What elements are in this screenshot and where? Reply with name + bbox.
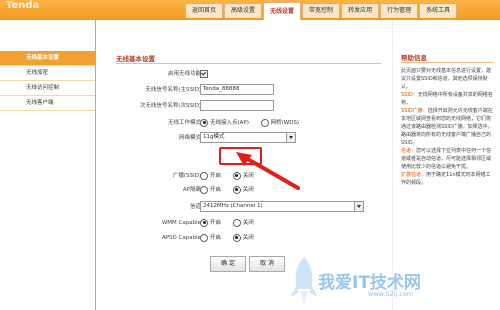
help-title: 帮助信息 [401,54,427,62]
apsd-on-label: 开启 [210,235,222,241]
cancel-button[interactable]: 取 消 [249,256,285,272]
row-net-mode: 网络模式 11g模式 [96,132,386,144]
chevron-down-icon [354,202,363,211]
wmm-label: WMM Capable [161,220,201,226]
net-mode-label: 网络模式 [178,135,201,141]
row-mode: 无线工作模式 无线接入点(AP) 网桥(WDS) [96,117,386,129]
section-title: 无线基本设置 [116,55,155,63]
section-divider [116,63,381,64]
row-apsd: APSD Capable 开启 关闭 [96,232,386,244]
chevron-down-icon [286,133,295,142]
mode-ap-label: 无线接入点(AP) [210,120,249,126]
row-wmm: WMM Capable 开启 关闭 [96,217,386,229]
sidebar-item-encryption[interactable]: 无线加密 [0,66,95,81]
nav-tab-behavior[interactable]: 行为管理 [380,3,419,18]
nav-tab-home[interactable]: 返回首页 [185,3,224,18]
help-ext-channel-key: 扩展信道： [401,172,427,178]
help-panel: 帮助信息 此页面只要对无线基本信息进行设置，建议只设置SSID和信道，其他选项保… [392,20,500,310]
ok-button[interactable]: 确 定 [210,256,246,272]
mode-label: 无线工作模式 [167,120,201,126]
help-divider [401,62,493,63]
broadcast-on-label: 开启 [210,173,222,179]
ap-isolation-on-label: 开启 [210,187,222,193]
row-ssid: 无线信号名称(主SSID) Tenda_88888 [96,84,386,96]
nav-tab-system[interactable]: 系统工具 [419,3,458,18]
ap-isolation-label: AP隔离 [182,187,201,193]
help-intro: 此页面只要对无线基本信息进行设置，建议只设置SSID和信道，其他选项保持默认。 [401,68,492,90]
broadcast-label: 广播(SSID) [172,173,201,179]
sidebar-item-basic[interactable]: 无线基本设置 [0,51,95,66]
nav-tab-forward[interactable]: 转发应用 [341,3,380,18]
ssid2-label: 次无线信号名称(次SSID) [139,103,201,109]
top-bar: Tenda 返回首页 高级设置 无线设置 带宽控制 转发应用 行为管理 系统工具 [0,0,500,20]
row-enable: 启用无线功能 [96,68,386,80]
sidebar-item-access-control[interactable]: 无线访问控制 [0,81,95,96]
ssid2-input[interactable] [200,100,274,111]
help-ssid-key: SSID： [401,92,418,98]
brand-logo: Tenda [6,0,40,11]
help-broadcast-key: SSID广播： [401,108,428,114]
broadcast-on-radio[interactable] [200,171,208,180]
wmm-on-radio[interactable] [200,218,208,227]
wmm-off-radio[interactable] [232,218,241,227]
net-mode-select[interactable]: 11g模式 [200,132,296,143]
mode-ap-radio[interactable] [200,118,208,127]
sidebar: 无线基本设置 无线加密 无线访问控制 无线客户端 [0,20,96,310]
mode-wds-radio[interactable] [260,118,269,127]
ap-isolation-on-radio[interactable] [200,185,208,194]
apsd-on-radio[interactable] [200,233,208,242]
ssid-input[interactable]: Tenda_88888 [200,84,274,95]
nav-tab-wireless[interactable]: 无线设置 [263,2,302,20]
nav-tab-bandwidth[interactable]: 带宽控制 [302,3,341,18]
row-channel: 信道 2412MHz (Channel 1) [96,201,386,213]
enable-wireless-checkbox[interactable] [200,69,208,78]
help-channel-key: 信道： [401,148,417,154]
ssid-label: 无线信号名称(主SSID) [145,87,201,93]
mode-wds-label: 网桥(WDS) [270,120,300,126]
main-nav: 返回首页 高级设置 无线设置 带宽控制 转发应用 行为管理 系统工具 [185,2,458,20]
row-ssid2: 次无线信号名称(次SSID) [96,100,386,112]
wmm-off-label: 关闭 [242,220,254,226]
wmm-on-label: 开启 [210,220,222,226]
help-body: 此页面只要对无线基本信息进行设置，建议只设置SSID和信道，其他选项保持默认。 … [401,67,493,187]
watermark-url: www.52ij.com [368,290,414,298]
apsd-off-label: 关闭 [242,235,254,241]
apsd-label: APSD Capable [161,235,201,241]
sidebar-item-clients[interactable]: 无线客户端 [0,96,95,111]
annotation-arrow-icon [236,152,300,190]
channel-select[interactable]: 2412MHz (Channel 1) [200,201,364,212]
apsd-off-radio[interactable] [232,233,241,242]
enable-label: 启用无线功能 [167,71,201,77]
nav-tab-advanced[interactable]: 高级设置 [224,3,263,18]
